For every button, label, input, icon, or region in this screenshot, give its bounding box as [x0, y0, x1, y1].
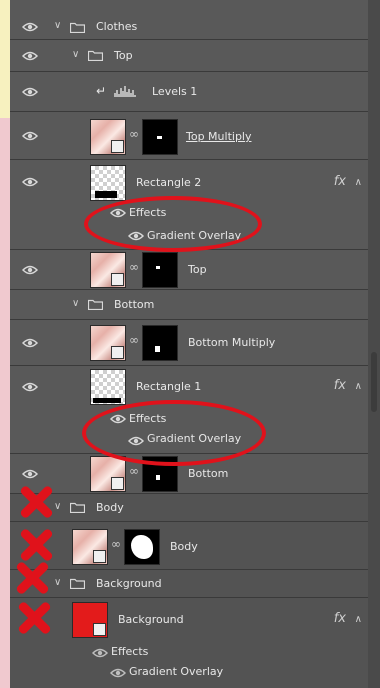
layer-thumbnail[interactable]	[90, 119, 126, 155]
layer-name: Background	[96, 577, 162, 590]
chevron-down-icon[interactable]: ∨	[72, 49, 79, 60]
layer-thumbnail[interactable]	[90, 252, 126, 288]
layer-name: Bottom	[188, 467, 229, 480]
annotation-x-mark	[18, 527, 54, 563]
folder-icon	[70, 578, 85, 589]
layer-name: Top	[188, 263, 207, 276]
eye-icon[interactable]	[22, 22, 38, 32]
eye-icon[interactable]	[22, 469, 38, 479]
effect-gradient-overlay[interactable]: Gradient Overlay	[129, 665, 223, 678]
layer-name: Body	[96, 501, 124, 514]
layer-name: Body	[170, 540, 198, 553]
chevron-down-icon[interactable]: ∨	[54, 501, 61, 512]
chain-link-icon[interactable]: ∞	[129, 464, 139, 478]
levels-histogram-icon	[114, 86, 136, 97]
folder-icon	[70, 502, 85, 513]
folder-icon	[88, 50, 103, 61]
layer-row-top-multiply[interactable]: ∞ Top Multiply	[10, 112, 368, 160]
eye-icon[interactable]	[22, 177, 38, 187]
layer-row-top-group[interactable]: ∨ Top	[10, 40, 368, 72]
eye-icon[interactable]	[22, 338, 38, 348]
fx-icon[interactable]: fx	[334, 174, 346, 189]
fx-icon[interactable]: fx	[334, 611, 346, 626]
eye-icon[interactable]	[22, 382, 38, 392]
layer-row-levels[interactable]: ↵ Levels 1	[10, 72, 368, 112]
layer-row-background-group[interactable]: ∨ Background	[10, 570, 368, 598]
layer-name: Clothes	[96, 20, 138, 33]
scrollbar[interactable]	[368, 0, 380, 688]
layer-thumbnail[interactable]	[72, 602, 108, 638]
chevron-down-icon[interactable]: ∨	[54, 20, 61, 31]
chevron-up-icon[interactable]: ∧	[355, 614, 362, 625]
scrollbar-thumb[interactable]	[371, 352, 377, 412]
layer-name: Rectangle 1	[136, 380, 202, 393]
layer-row-bottom-multiply[interactable]: ∞ Bottom Multiply	[10, 320, 368, 366]
layer-row-body-group[interactable]: ∨ Body	[10, 494, 368, 522]
layers-panel: ∨ Clothes ∨ Top ↵ Levels 1 ∞ Top Multipl…	[10, 0, 368, 688]
layer-name: Background	[118, 613, 184, 626]
chain-link-icon[interactable]: ∞	[111, 537, 121, 551]
annotation-x-mark	[18, 484, 54, 520]
layer-row-top[interactable]: ∞ Top	[10, 250, 368, 290]
canvas-edge-yellow	[0, 0, 10, 118]
layer-thumbnail[interactable]	[90, 369, 126, 405]
layer-thumbnail[interactable]	[90, 456, 126, 492]
chevron-down-icon[interactable]: ∨	[72, 298, 79, 309]
eye-icon[interactable]	[22, 131, 38, 141]
layer-thumbnail[interactable]	[72, 529, 108, 565]
layer-name: Bottom	[114, 298, 155, 311]
annotation-circle	[82, 400, 266, 466]
layer-name: Bottom Multiply	[188, 336, 276, 349]
layer-mask-thumbnail[interactable]	[142, 252, 178, 288]
chain-link-icon[interactable]: ∞	[129, 127, 139, 141]
layer-mask-thumbnail[interactable]	[142, 119, 178, 155]
eye-icon[interactable]	[92, 648, 108, 658]
layer-name: Top Multiply	[186, 130, 252, 143]
layer-thumbnail[interactable]	[90, 165, 126, 201]
chain-link-icon[interactable]: ∞	[129, 260, 139, 274]
eye-icon[interactable]	[22, 265, 38, 275]
eye-icon[interactable]	[22, 87, 38, 97]
eye-icon[interactable]	[22, 51, 38, 61]
chain-link-icon[interactable]: ∞	[129, 333, 139, 347]
chevron-up-icon[interactable]: ∧	[355, 381, 362, 392]
fx-icon[interactable]: fx	[334, 378, 346, 393]
chevron-up-icon[interactable]: ∧	[355, 177, 362, 188]
layer-name: Top	[114, 49, 133, 62]
layer-thumbnail[interactable]	[90, 325, 126, 361]
effects-label: Effects	[111, 645, 149, 658]
layer-row-background[interactable]: Background fx ∧ Effects Gradient Overlay	[10, 598, 368, 688]
layer-row-clothes[interactable]: ∨ Clothes	[10, 0, 368, 40]
clip-arrow-icon: ↵	[96, 84, 107, 98]
eye-icon[interactable]	[110, 668, 126, 678]
layer-row-body[interactable]: ∞ Body	[10, 522, 368, 570]
layer-name: Rectangle 2	[136, 176, 202, 189]
layer-row-bottom-group[interactable]: ∨ Bottom	[10, 290, 368, 320]
annotation-x-mark	[14, 560, 50, 596]
folder-icon	[70, 22, 85, 33]
canvas-edge-pink	[0, 118, 10, 688]
annotation-circle	[84, 196, 262, 252]
layer-mask-thumbnail[interactable]	[142, 325, 178, 361]
layer-mask-thumbnail[interactable]	[124, 529, 160, 565]
folder-icon	[88, 299, 103, 310]
layer-name: Levels 1	[152, 85, 198, 98]
annotation-x-mark	[16, 600, 52, 636]
chevron-down-icon[interactable]: ∨	[54, 577, 61, 588]
